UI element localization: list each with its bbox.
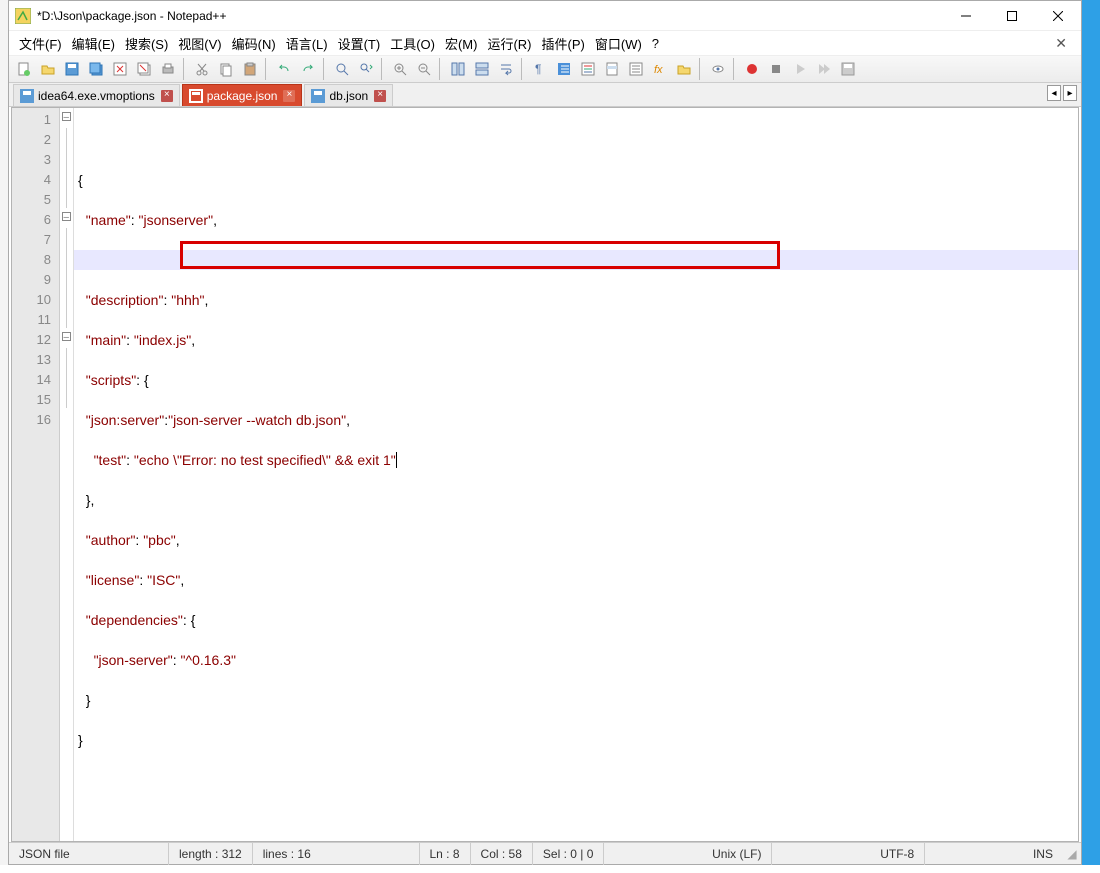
indent-guide-icon[interactable]: [553, 58, 575, 80]
tab-prev-button[interactable]: ◂: [1047, 85, 1061, 101]
function-list-icon[interactable]: fx: [649, 58, 671, 80]
tab-label: db.json: [329, 89, 368, 103]
show-all-chars-icon[interactable]: ¶: [529, 58, 551, 80]
menu-window[interactable]: 窗口(W): [591, 32, 646, 55]
save-all-icon[interactable]: [85, 58, 107, 80]
code-area[interactable]: { "name": "jsonserver", "version": "1.0.…: [74, 108, 1078, 841]
play-multi-icon[interactable]: [813, 58, 835, 80]
menu-file[interactable]: 文件(F): [15, 32, 66, 55]
undo-icon[interactable]: [273, 58, 295, 80]
editor[interactable]: 12345678 910111213141516 { "name": "json…: [11, 107, 1079, 842]
menu-view[interactable]: 视图(V): [174, 32, 225, 55]
status-encoding[interactable]: UTF-8: [870, 843, 925, 865]
doc-map-icon[interactable]: [601, 58, 623, 80]
close-all-icon[interactable]: [133, 58, 155, 80]
status-eol[interactable]: Unix (LF): [702, 843, 772, 865]
record-macro-icon[interactable]: [741, 58, 763, 80]
window-title: *D:\Json\package.json - Notepad++: [37, 9, 943, 23]
svg-text:¶: ¶: [535, 62, 541, 76]
menu-search[interactable]: 搜索(S): [121, 32, 172, 55]
close-button[interactable]: [1035, 1, 1081, 31]
save-blue-icon: [311, 89, 325, 103]
redo-icon[interactable]: [297, 58, 319, 80]
menu-help[interactable]: ?: [648, 34, 663, 53]
menu-tools[interactable]: 工具(O): [386, 32, 439, 55]
find-icon[interactable]: [331, 58, 353, 80]
app-window: *D:\Json\package.json - Notepad++ 文件(F) …: [8, 0, 1082, 865]
menu-settings[interactable]: 设置(T): [334, 32, 385, 55]
tabstrip: idea64.exe.vmoptions × package.json × db…: [9, 83, 1081, 107]
print-icon[interactable]: [157, 58, 179, 80]
tab-vmoptions[interactable]: idea64.exe.vmoptions ×: [13, 84, 180, 106]
menu-plugins[interactable]: 插件(P): [538, 32, 589, 55]
folder-workspace-icon[interactable]: [673, 58, 695, 80]
status-ln: Ln : 8: [419, 843, 471, 865]
save-blue-icon: [20, 89, 34, 103]
menu-macro[interactable]: 宏(M): [441, 32, 482, 55]
tab-next-button[interactable]: ▸: [1063, 85, 1077, 101]
open-file-icon[interactable]: [37, 58, 59, 80]
sync-v-icon[interactable]: [447, 58, 469, 80]
zoom-in-icon[interactable]: [389, 58, 411, 80]
line-number-gutter: 12345678 910111213141516: [12, 108, 60, 841]
status-insert-mode[interactable]: INS: [1023, 843, 1063, 865]
app-icon: [15, 8, 31, 24]
menu-encoding[interactable]: 编码(N): [228, 32, 280, 55]
save-red-icon: [189, 89, 203, 103]
close-file-icon[interactable]: [109, 58, 131, 80]
status-col: Col : 58: [471, 843, 533, 865]
resize-grip-icon[interactable]: ◢: [1063, 847, 1081, 861]
close-tab-icon[interactable]: ×: [374, 90, 386, 102]
tab-label: package.json: [207, 89, 278, 103]
new-file-icon[interactable]: [13, 58, 35, 80]
paste-icon[interactable]: [239, 58, 261, 80]
status-sel: Sel : 0 | 0: [533, 843, 604, 865]
replace-icon[interactable]: [355, 58, 377, 80]
copy-icon[interactable]: [215, 58, 237, 80]
doc-list-icon[interactable]: [625, 58, 647, 80]
close-tab-icon[interactable]: ×: [283, 90, 295, 102]
status-lines: lines : 16: [253, 843, 321, 865]
minimize-button[interactable]: [943, 1, 989, 31]
svg-text:fx: fx: [654, 64, 663, 76]
menu-language[interactable]: 语言(L): [282, 32, 332, 55]
fold-gutter[interactable]: [60, 108, 74, 841]
statusbar: JSON file length : 312 lines : 16 Ln : 8…: [9, 842, 1081, 864]
toolbar: ¶ fx: [9, 55, 1081, 83]
tab-package-json[interactable]: package.json ×: [182, 84, 303, 106]
menu-edit[interactable]: 编辑(E): [68, 32, 119, 55]
save-macro-icon[interactable]: [837, 58, 859, 80]
stop-macro-icon[interactable]: [765, 58, 787, 80]
left-edge-artifact: [0, 0, 8, 865]
tab-db-json[interactable]: db.json ×: [304, 84, 393, 106]
close-document-button[interactable]: ✕: [1047, 35, 1075, 52]
close-tab-icon[interactable]: ×: [161, 90, 173, 102]
udl-icon[interactable]: [577, 58, 599, 80]
menubar: 文件(F) 编辑(E) 搜索(S) 视图(V) 编码(N) 语言(L) 设置(T…: [9, 31, 1081, 55]
monitor-icon[interactable]: [707, 58, 729, 80]
titlebar[interactable]: *D:\Json\package.json - Notepad++: [9, 1, 1081, 31]
wrap-icon[interactable]: [495, 58, 517, 80]
tabstrip-nav: ◂ ▸: [1047, 85, 1077, 101]
cut-icon[interactable]: [191, 58, 213, 80]
play-macro-icon[interactable]: [789, 58, 811, 80]
maximize-button[interactable]: [989, 1, 1035, 31]
sync-h-icon[interactable]: [471, 58, 493, 80]
tab-label: idea64.exe.vmoptions: [38, 89, 155, 103]
current-line-highlight: [74, 250, 1078, 270]
status-length: length : 312: [169, 843, 253, 865]
right-edge-artifact: [1082, 0, 1100, 865]
status-filetype: JSON file: [9, 843, 169, 865]
save-icon[interactable]: [61, 58, 83, 80]
zoom-out-icon[interactable]: [413, 58, 435, 80]
menu-run[interactable]: 运行(R): [483, 32, 535, 55]
